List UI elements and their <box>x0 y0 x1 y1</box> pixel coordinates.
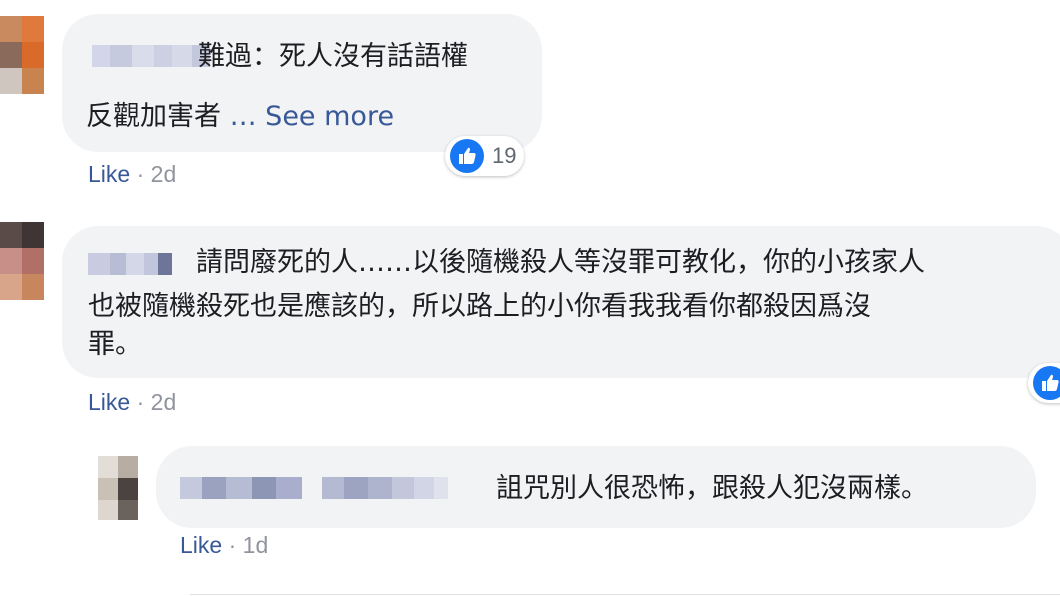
comment-text: 罪。 <box>88 329 142 360</box>
timestamp[interactable]: 2d <box>151 389 177 415</box>
timestamp[interactable]: 2d <box>151 161 177 187</box>
reaction-count: 19 <box>492 143 517 168</box>
comment-text: 反觀加害者 … See more <box>86 98 394 135</box>
see-more-link[interactable]: … See more <box>230 101 394 132</box>
thumbs-up-icon <box>450 139 484 173</box>
separator: · <box>136 161 151 187</box>
separator: · <box>228 532 243 558</box>
divider <box>190 594 1060 595</box>
commenter-name-blurred[interactable] <box>92 44 210 68</box>
commenter-avatar[interactable] <box>0 222 44 300</box>
like-link[interactable]: Like <box>180 532 222 558</box>
reply-actions: Like · 1d <box>180 532 268 559</box>
like-link[interactable]: Like <box>88 389 130 415</box>
commenter-name-blurred[interactable] <box>88 252 172 276</box>
reply-text: 詛咒別人很恐怖，跟殺人犯沒兩樣。 <box>496 473 928 504</box>
commenter-avatar[interactable] <box>0 16 44 94</box>
thumbs-up-icon <box>1033 366 1060 400</box>
separator: · <box>136 389 151 415</box>
comment-actions: Like · 2d <box>88 161 176 188</box>
comment-actions: Like · 2d <box>88 389 176 416</box>
comment-text: 難過：死人沒有話語權 <box>198 41 468 72</box>
timestamp[interactable]: 1d <box>243 532 269 558</box>
replier-name-blurred[interactable] <box>180 476 448 500</box>
comment-text-line: 反觀加害者 <box>86 101 221 132</box>
reaction-summary[interactable] <box>1028 363 1060 403</box>
reply-avatar[interactable] <box>98 456 138 520</box>
reaction-summary[interactable]: 19 <box>445 136 525 176</box>
like-link[interactable]: Like <box>88 161 130 187</box>
comment-text: 請問廢死的人……以後隨機殺人等沒罪可教化，你的小孩家人 <box>196 247 925 278</box>
comment-text: 也被隨機殺死也是應該的，所以路上的小你看我我看你都殺因爲沒 <box>88 291 871 322</box>
